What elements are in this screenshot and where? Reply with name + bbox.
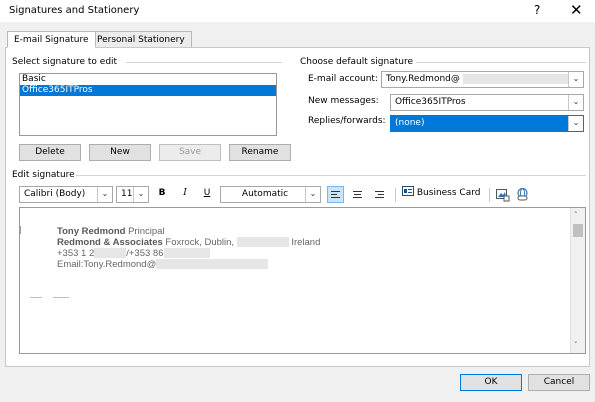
redacted-block	[163, 248, 210, 259]
font-color-value: Automatic	[241, 189, 289, 199]
signature-list[interactable]: Basic Office365ITPros	[19, 73, 277, 136]
picture-icon	[496, 189, 510, 202]
orange-rule	[30, 297, 42, 298]
text-cursor	[20, 226, 21, 234]
align-center-icon	[353, 191, 362, 198]
italic-button[interactable]: I	[178, 186, 192, 203]
scroll-down-icon[interactable]: ˅	[574, 341, 578, 349]
toolbar-separator	[489, 188, 490, 202]
redacted-block	[94, 248, 127, 259]
group-divider	[76, 175, 586, 176]
signature-phone-1: +353 1 2	[57, 248, 95, 259]
email-account-value: Tony.Redmond@	[386, 74, 460, 84]
window-title: Signatures and Stationery	[9, 5, 140, 16]
business-card-button[interactable]: Business Card	[402, 186, 485, 203]
signature-name: Tony Redmond	[57, 226, 126, 237]
default-signature-group-label: Choose default signature	[300, 57, 414, 67]
font-color-dropdown[interactable]: Automatic ⌄	[220, 186, 321, 203]
bold-button[interactable]: B	[155, 186, 169, 203]
signature-item-office365itpros[interactable]: Office365ITPros	[20, 85, 276, 96]
group-divider	[126, 62, 282, 63]
help-button[interactable]: ?	[534, 3, 540, 17]
signature-item-basic[interactable]: Basic	[20, 74, 276, 85]
chevron-down-icon: ⌄	[568, 95, 583, 110]
new-messages-dropdown[interactable]: Office365ITPros ⌄	[390, 94, 584, 111]
signature-location: Foxrock, Dublin,	[165, 237, 235, 248]
signature-line-phone: +353 1 2 /+353 86	[57, 248, 210, 259]
business-card-icon	[402, 186, 414, 196]
tab-personal-stationery-label: Personal Stationery	[97, 35, 185, 45]
toolbar-separator	[395, 188, 396, 202]
align-center-button[interactable]	[349, 186, 366, 203]
email-account-label: E-mail account:	[308, 74, 378, 84]
delete-button[interactable]: Delete	[19, 144, 81, 161]
business-card-label: Business Card	[416, 188, 481, 198]
new-messages-label: New messages:	[308, 96, 379, 106]
insert-picture-button[interactable]	[495, 187, 510, 202]
scroll-up-icon[interactable]: ˄	[574, 211, 578, 219]
hyperlink-icon	[517, 187, 528, 201]
close-button[interactable]: ✕	[570, 1, 583, 19]
align-left-button[interactable]	[327, 186, 344, 203]
signature-line-company: Redmond & Associates Foxrock, Dublin, Ir…	[57, 237, 320, 248]
email-account-dropdown[interactable]: Tony.Redmond@ ⌄	[381, 71, 584, 88]
font-value: Calibri (Body)	[24, 189, 86, 199]
new-messages-value: Office365ITPros	[395, 97, 466, 107]
replies-forwards-dropdown[interactable]: (none) ⌄	[390, 115, 584, 132]
signature-phone-2: /+353 86	[126, 248, 164, 259]
align-left-icon	[331, 191, 340, 198]
cancel-button[interactable]: Cancel	[528, 374, 590, 391]
select-signature-group-label: Select signature to edit	[12, 57, 118, 67]
signature-company: Redmond & Associates	[57, 237, 163, 248]
tab-personal-stationery[interactable]: Personal Stationery	[90, 31, 192, 48]
orange-rule	[53, 297, 69, 298]
signature-title: Principal	[128, 226, 165, 237]
rename-button[interactable]: Rename	[229, 144, 291, 161]
replies-forwards-value: (none)	[395, 118, 425, 128]
font-size-value: 11	[121, 189, 133, 199]
replies-forwards-label: Replies/forwards:	[308, 116, 386, 126]
signature-line-email: Email:Tony.Redmond@	[57, 259, 269, 270]
redacted-block	[156, 259, 269, 270]
align-right-button[interactable]	[371, 186, 388, 203]
scroll-thumb[interactable]	[573, 224, 583, 237]
signature-line-name: Tony Redmond Principal	[57, 226, 165, 237]
signature-email: Email:Tony.Redmond@	[57, 259, 157, 270]
font-size-dropdown[interactable]: 11 ⌄	[116, 186, 149, 203]
chevron-down-icon: ⌄	[133, 187, 148, 202]
chevron-down-icon: ⌄	[568, 72, 583, 87]
edit-signature-group-label: Edit signature	[12, 170, 75, 180]
save-button[interactable]: Save	[159, 144, 221, 161]
underline-button[interactable]: U	[200, 186, 214, 203]
font-dropdown[interactable]: Calibri (Body) ⌄	[19, 186, 113, 203]
ok-button[interactable]: OK	[460, 374, 522, 391]
chevron-down-icon: ⌄	[97, 187, 112, 202]
insert-hyperlink-button[interactable]	[515, 187, 530, 202]
redacted-block	[462, 73, 583, 84]
chevron-down-icon: ⌄	[305, 187, 320, 202]
tab-email-signature-label: E-mail Signature	[14, 35, 89, 45]
vertical-scrollbar[interactable]: ˄ ˅	[570, 208, 585, 353]
tab-email-signature[interactable]: E-mail Signature	[7, 31, 96, 48]
align-right-icon	[375, 191, 384, 198]
group-divider	[416, 62, 586, 63]
chevron-down-icon: ⌄	[568, 116, 583, 131]
signature-country: Ireland	[291, 237, 321, 248]
new-button[interactable]: New	[89, 144, 151, 161]
redacted-block	[236, 237, 289, 248]
